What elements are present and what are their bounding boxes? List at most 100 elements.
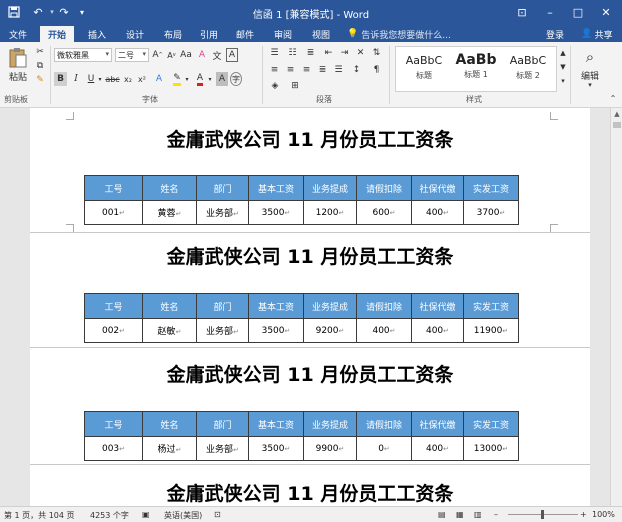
shading-icon[interactable]: ◈ (268, 80, 282, 92)
clear-formatting-icon[interactable]: A (196, 48, 208, 62)
table-cell[interactable]: 业务部↵ (196, 318, 249, 343)
italic-icon[interactable]: I (70, 72, 82, 86)
multilevel-list-icon[interactable]: ≣ (304, 47, 317, 59)
justify-icon[interactable]: ≣ (316, 64, 329, 76)
underline-icon[interactable]: U (85, 72, 97, 86)
table-cell[interactable]: 9900↵ (303, 436, 357, 461)
style-heading[interactable]: AaBbC 标题 (398, 49, 450, 91)
cut-icon[interactable]: ✂ (34, 46, 46, 58)
styles-scroll-down-icon[interactable]: ▼ (558, 61, 568, 73)
table-cell[interactable]: 400↵ (411, 436, 464, 461)
table-cell[interactable]: 业务部↵ (196, 436, 249, 461)
tab-mailings[interactable]: 邮件 (228, 26, 262, 42)
table-cell[interactable]: 003↵ (84, 436, 143, 461)
align-right-icon[interactable]: ≡ (300, 64, 313, 76)
ribbon-display-options-button[interactable]: ⊡ (508, 0, 536, 24)
table-cell[interactable]: 13000↵ (463, 436, 519, 461)
bullets-icon[interactable]: ☰ (268, 47, 281, 59)
table-cell[interactable]: 400↵ (411, 200, 464, 225)
sign-in-link[interactable]: 登录 (540, 26, 570, 42)
table-cell[interactable]: 400↵ (411, 318, 464, 343)
enclose-characters-icon[interactable]: 字 (230, 72, 242, 86)
read-mode-icon[interactable]: ▤ (438, 510, 446, 519)
style-heading-2[interactable]: AaBbC 标题 2 (502, 49, 554, 91)
zoom-level[interactable]: 100% (592, 510, 615, 519)
paste-button[interactable]: 粘贴 (4, 70, 32, 83)
zoom-out-icon[interactable]: – (494, 510, 498, 519)
macro-record-icon[interactable]: ⊡ (214, 510, 221, 519)
chinese-layout-icon[interactable]: ✕ (354, 47, 367, 59)
table-cell[interactable]: 400↵ (356, 318, 412, 343)
chevron-down-icon[interactable]: ▾ (584, 80, 596, 90)
show-marks-icon[interactable]: ¶ (370, 64, 383, 76)
numbering-icon[interactable]: ☷ (286, 47, 299, 59)
vertical-scrollbar[interactable]: ▲ (610, 108, 622, 506)
tab-layout[interactable]: 布局 (156, 26, 190, 42)
paste-icon[interactable] (6, 46, 30, 70)
tab-home[interactable]: 开始 (40, 26, 74, 42)
distributed-icon[interactable]: ☰ (332, 64, 345, 76)
table-cell[interactable]: 600↵ (356, 200, 412, 225)
proofing-icon[interactable]: ▣ (142, 510, 150, 519)
sort-icon[interactable]: ⇅ (370, 47, 383, 59)
styles-scroll-up-icon[interactable]: ▲ (558, 47, 568, 59)
table-cell[interactable]: 3500↵ (248, 436, 304, 461)
maximize-button[interactable]: □ (564, 0, 592, 24)
shrink-font-icon[interactable]: Av (165, 48, 178, 62)
subscript-icon[interactable]: x₂ (122, 72, 134, 86)
align-center-icon[interactable]: ≡ (284, 64, 297, 76)
table-cell[interactable]: 9200↵ (303, 318, 357, 343)
find-icon[interactable]: ⌕ (578, 46, 602, 68)
chevron-down-icon[interactable]: ▾ (97, 73, 103, 85)
table-cell[interactable]: 杨过↵ (142, 436, 197, 461)
character-border-icon[interactable]: A (226, 48, 238, 62)
table-cell[interactable]: 业务部↵ (196, 200, 249, 225)
web-layout-icon[interactable]: ▥ (474, 510, 482, 519)
borders-icon[interactable]: ⊞ (288, 80, 302, 92)
print-layout-icon[interactable]: ▦ (456, 510, 464, 519)
superscript-icon[interactable]: x² (136, 72, 148, 86)
page-count[interactable]: 第 1 页，共 104 页 (4, 510, 75, 521)
scroll-thumb[interactable] (613, 122, 621, 128)
close-button[interactable]: ✕ (592, 0, 620, 24)
zoom-in-icon[interactable]: + (580, 510, 587, 519)
table-cell[interactable]: 赵敏↵ (142, 318, 197, 343)
copy-icon[interactable]: ⧉ (34, 60, 46, 72)
table-cell[interactable]: 11900↵ (463, 318, 519, 343)
tab-insert[interactable]: 插入 (80, 26, 114, 42)
scroll-up-icon[interactable]: ▲ (612, 110, 622, 120)
tab-design[interactable]: 设计 (118, 26, 152, 42)
increase-indent-icon[interactable]: ⇥ (338, 47, 351, 59)
minimize-button[interactable]: – (536, 0, 564, 24)
table-cell[interactable]: 002↵ (84, 318, 143, 343)
chevron-down-icon[interactable]: ▾ (184, 73, 190, 85)
change-case-icon[interactable]: Aa (180, 48, 192, 62)
decrease-indent-icon[interactable]: ⇤ (322, 47, 335, 59)
line-spacing-icon[interactable]: ↕ (350, 64, 363, 76)
highlight-icon[interactable]: ✎ (170, 72, 184, 86)
text-effects-icon[interactable]: A (152, 72, 166, 86)
strikethrough-icon[interactable]: abc (105, 72, 119, 86)
tell-me-search[interactable]: 💡 告诉我您想要做什么... (347, 27, 451, 41)
tab-review[interactable]: 审阅 (266, 26, 300, 42)
font-color-icon[interactable]: A (193, 72, 207, 86)
format-painter-icon[interactable]: ✎ (34, 74, 46, 86)
table-cell[interactable]: 3500↵ (248, 318, 304, 343)
chevron-down-icon[interactable]: ▾ (207, 73, 213, 85)
bold-icon[interactable]: B (54, 72, 67, 86)
table-cell[interactable]: 黄蓉↵ (142, 200, 197, 225)
font-name-select[interactable]: 微软雅黑 ▾ (54, 48, 112, 62)
collapse-ribbon-icon[interactable]: ⌃ (608, 92, 618, 104)
zoom-slider-thumb[interactable] (541, 510, 544, 519)
table-cell[interactable]: 0↵ (356, 436, 412, 461)
table-cell[interactable]: 3500↵ (248, 200, 304, 225)
tab-references[interactable]: 引用 (192, 26, 226, 42)
word-count[interactable]: 4253 个字 (90, 510, 129, 521)
align-left-icon[interactable]: ≡ (268, 64, 281, 76)
tab-file[interactable]: 文件 (2, 26, 34, 42)
language-indicator[interactable]: 英语(美国) (164, 510, 202, 521)
font-size-select[interactable]: 二号 ▾ (115, 48, 149, 62)
style-heading-1[interactable]: AaBb 标题 1 (450, 49, 502, 91)
share-button[interactable]: 👤 共享 (576, 26, 618, 42)
table-cell[interactable]: 1200↵ (303, 200, 357, 225)
